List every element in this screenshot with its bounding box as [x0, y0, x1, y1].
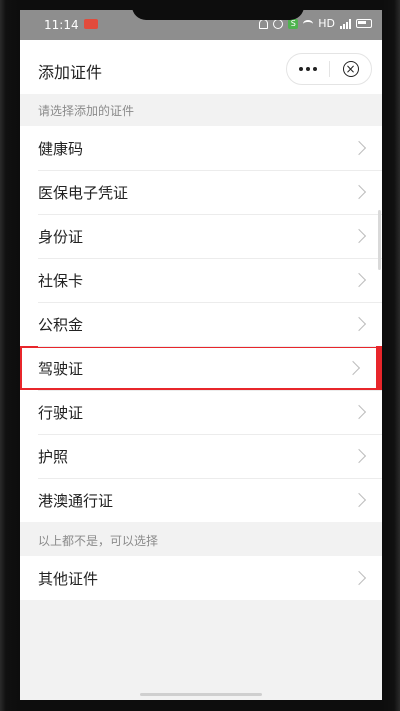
chevron-right-icon — [351, 228, 367, 244]
alarm-icon — [273, 18, 284, 29]
network-label: HD — [318, 17, 335, 30]
list-item-label: 健康码 — [38, 139, 84, 158]
other-list: 其他证件 — [20, 556, 382, 600]
section-hint-select: 请选择添加的证件 — [38, 104, 135, 118]
home-indicator — [140, 693, 262, 696]
chevron-right-icon — [351, 448, 367, 464]
status-time: 11:14 — [44, 18, 79, 32]
app-badge-icon: S — [288, 18, 299, 29]
list-item-driver-license[interactable]: 驾驶证 — [20, 346, 382, 390]
list-item-other-documents[interactable]: 其他证件 — [20, 556, 382, 600]
scrollbar[interactable] — [378, 210, 381, 270]
list-item-label: 驾驶证 — [38, 359, 84, 378]
list-item-label: 护照 — [38, 447, 69, 466]
close-icon: × — [342, 61, 359, 77]
list-item-passport[interactable]: 护照 — [20, 434, 382, 478]
section-hint-other: 以上都不是，可以选择 — [38, 534, 159, 548]
list-item-social-security[interactable]: 社保卡 — [20, 258, 382, 302]
list-item-medical-insurance[interactable]: 医保电子凭证 — [20, 170, 382, 214]
list-item-label: 社保卡 — [38, 271, 84, 290]
list-item-id-card[interactable]: 身份证 — [20, 214, 382, 258]
chevron-right-icon — [351, 140, 367, 156]
list-item-label: 医保电子凭证 — [38, 183, 129, 202]
list-item-label: 公积金 — [38, 315, 84, 334]
battery-icon — [356, 19, 372, 28]
list-item-health-code[interactable]: 健康码 — [20, 126, 382, 170]
chevron-right-icon — [351, 492, 367, 508]
signal-icon — [340, 18, 351, 29]
more-button[interactable] — [287, 54, 329, 84]
list-item-label: 身份证 — [38, 227, 84, 246]
mini-program-capsule: × — [286, 53, 372, 85]
list-item-label: 行驶证 — [38, 403, 84, 422]
list-item-housing-fund[interactable]: 公积金 — [20, 302, 382, 346]
chevron-right-icon — [345, 360, 361, 376]
list-item-hk-macau-pass[interactable]: 港澳通行证 — [20, 478, 382, 522]
bell-icon — [259, 18, 269, 29]
video-app-icon — [84, 19, 98, 29]
chevron-right-icon — [351, 570, 367, 586]
camera-notch — [132, 10, 304, 20]
chevron-right-icon — [351, 272, 367, 288]
page-header: 添加证件 × — [20, 40, 382, 94]
wifi-icon — [303, 19, 314, 28]
more-dots-icon — [299, 67, 303, 71]
chevron-right-icon — [351, 184, 367, 200]
document-list: 健康码 医保电子凭证 身份证 社保卡 公积金 驾驶证 行驶证 护照 港澳通行证 — [20, 126, 382, 522]
list-item-label: 港澳通行证 — [38, 491, 114, 510]
close-button[interactable]: × — [330, 54, 371, 84]
chevron-right-icon — [351, 404, 367, 420]
phone-frame: 11:14 S HD 添加证件 × 请选择添加的证件 健康码 医保电子凭证 身份… — [0, 0, 400, 711]
page-title: 添加证件 — [38, 63, 103, 82]
list-item-label: 其他证件 — [38, 569, 99, 588]
list-item-vehicle-license[interactable]: 行驶证 — [20, 390, 382, 434]
chevron-right-icon — [351, 316, 367, 332]
screen: 11:14 S HD 添加证件 × 请选择添加的证件 健康码 医保电子凭证 身份… — [20, 10, 382, 700]
